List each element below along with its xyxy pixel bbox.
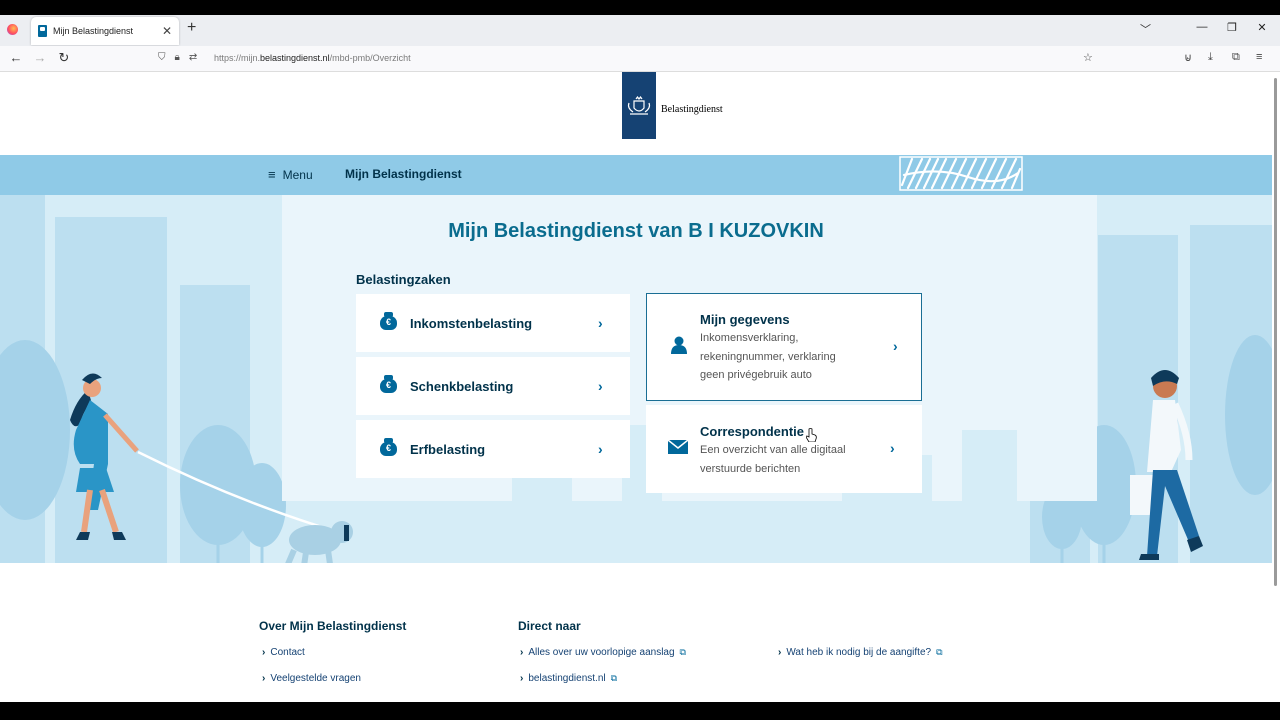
browser-tabstrip: Mijn Belastingdienst ✕ + ﹀ — ❐ ✕	[0, 15, 1280, 46]
chevron-right-icon: ›	[598, 378, 603, 394]
mijn-belastingdienst-link[interactable]: Mijn Belastingdienst	[345, 167, 462, 181]
app-menu-icon[interactable]: ≡	[1256, 51, 1262, 63]
chevron-right-icon: ›	[890, 440, 895, 456]
chevron-right-icon: ›	[893, 338, 898, 354]
minimize-icon[interactable]: —	[1192, 21, 1212, 33]
card-erfbelasting[interactable]: € Erfbelasting ›	[356, 420, 630, 478]
coat-of-arms-icon	[627, 95, 651, 115]
download-icon[interactable]: ⤓	[1208, 51, 1213, 64]
lock-icon[interactable]: 🔒︎	[175, 52, 180, 63]
desc-line: Een overzicht van alle digitaal	[700, 444, 846, 456]
desc-line: Inkomensverklaring,	[700, 332, 799, 344]
desc-line: geen privégebruik auto	[700, 369, 812, 381]
tab-favicon	[38, 25, 47, 37]
reload-icon[interactable]: ↻	[55, 51, 73, 65]
link-text: Veelgestelde vragen	[270, 673, 361, 684]
man-walking-illustration	[1130, 370, 1203, 560]
footer-heading-direct: Direct naar	[518, 619, 581, 633]
footer-link-voorlopige-aanslag[interactable]: › Alles over uw voorlopige aanslag ⧉	[520, 647, 686, 658]
page-scrollbar[interactable]	[1272, 72, 1280, 702]
chevron-right-icon: ›	[520, 647, 524, 658]
card-mijn-gegevens[interactable]: Mijn gegevens Inkomensverklaring, rekeni…	[646, 293, 922, 401]
money-bag-icon: €	[380, 438, 397, 456]
main-nav-bar: ≡ Menu Mijn Belastingdienst	[0, 155, 1272, 195]
url-domain: belastingdienst.nl	[260, 53, 330, 63]
woman-walking-dog-illustration	[70, 373, 353, 563]
footer-link-aangifte[interactable]: › Wat heb ik nodig bij de aangifte? ⧉	[778, 647, 943, 658]
external-link-icon: ⧉	[936, 647, 943, 657]
link-text: Contact	[270, 647, 305, 658]
rijksoverheid-logo[interactable]	[622, 72, 656, 139]
card-schenkbelasting[interactable]: € Schenkbelasting ›	[356, 357, 630, 415]
extensions-icon[interactable]: ⧉	[1232, 51, 1240, 64]
card-label: Erfbelasting	[410, 442, 486, 457]
restore-icon[interactable]: ❐	[1222, 21, 1242, 34]
shield-icon[interactable]: ⛉	[158, 52, 166, 63]
footer-link-contact[interactable]: › Contact	[262, 647, 305, 658]
browser-tab[interactable]: Mijn Belastingdienst ✕	[31, 17, 179, 45]
menu-button[interactable]: ≡ Menu	[268, 167, 313, 182]
card-title: Mijn gegevens	[700, 312, 790, 327]
link-text: Wat heb ik nodig bij de aangifte?	[786, 647, 932, 658]
firefox-icon	[7, 24, 18, 35]
external-link-icon: ⧉	[610, 673, 618, 683]
card-correspondentie[interactable]: Correspondentie Een overzicht van alle d…	[646, 405, 922, 493]
menu-label: Menu	[282, 167, 313, 182]
page-title: Mijn Belastingdienst van B I KUZOVKIN	[448, 220, 824, 242]
desc-line: rekeningnummer, verklaring	[700, 350, 836, 363]
url-security-icons: ⛉ 🔒︎ ⇄	[158, 52, 197, 63]
footer-link-faq[interactable]: › Veelgestelde vragen	[262, 673, 361, 684]
person-icon	[671, 336, 687, 354]
bookmark-star-icon[interactable]: ☆	[1083, 51, 1093, 64]
window-close-icon[interactable]: ✕	[1252, 21, 1272, 34]
money-bag-icon: €	[380, 312, 397, 330]
card-label: Schenkbelasting	[410, 379, 514, 394]
card-description: Inkomensverklaring, rekeningnummer, verk…	[700, 329, 836, 385]
tab-title: Mijn Belastingdienst	[53, 26, 134, 36]
url-path: /mbd-pmb/Overzicht	[329, 53, 411, 63]
chevron-right-icon: ›	[598, 315, 603, 331]
permissions-icon[interactable]: ⇄	[189, 52, 197, 63]
back-icon[interactable]: ←	[7, 51, 25, 65]
tab-list-chevron-icon[interactable]: ﹀	[1140, 21, 1151, 37]
hamburger-icon: ≡	[268, 167, 276, 182]
scrollbar-thumb[interactable]	[1274, 78, 1277, 586]
url-prefix: https://mijn.	[214, 53, 261, 63]
card-inkomstenbelasting[interactable]: € Inkomstenbelasting ›	[356, 294, 630, 352]
pocket-icon[interactable]: ⊌	[1184, 51, 1192, 64]
new-tab-button[interactable]: +	[187, 19, 196, 37]
hero-illustration-area	[0, 195, 1272, 563]
scribble-decoration	[899, 156, 1023, 191]
web-page: Belastingdienst ≡ Menu Mijn Belastingdie…	[0, 72, 1272, 702]
card-description: Een overzicht van alle digitaal verstuur…	[700, 441, 846, 478]
browser-navbar: ← → ↻ ⛉ 🔒︎ ⇄ https://mijn.belastingdiens…	[0, 46, 1280, 72]
card-title: Correspondentie	[700, 424, 805, 439]
chevron-right-icon: ›	[262, 673, 266, 684]
chevron-right-icon: ›	[778, 647, 782, 658]
footer-link-belastingdienst[interactable]: › belastingdienst.nl ⧉	[520, 673, 617, 684]
desc-line: verstuurde berichten	[700, 462, 801, 475]
chevron-right-icon: ›	[598, 441, 603, 457]
money-bag-icon: €	[380, 375, 397, 393]
address-bar[interactable]: https://mijn.belastingdienst.nl/mbd-pmb/…	[214, 53, 411, 63]
hand-cursor-icon	[806, 428, 817, 442]
chevron-right-icon: ›	[262, 647, 266, 658]
link-text: belastingdienst.nl	[528, 673, 606, 684]
envelope-icon	[668, 440, 688, 454]
logo-wordmark: Belastingdienst	[661, 104, 723, 115]
external-link-icon: ⧉	[679, 647, 686, 657]
card-label: Inkomstenbelasting	[410, 316, 533, 331]
footer-heading-over: Over Mijn Belastingdienst	[259, 619, 407, 633]
forward-icon[interactable]: →	[31, 51, 49, 65]
link-text: Alles over uw voorlopige aanslag	[528, 647, 675, 658]
tab-close-icon[interactable]: ✕	[160, 24, 174, 38]
section-label-belastingzaken: Belastingzaken	[356, 272, 451, 287]
chevron-right-icon: ›	[520, 673, 524, 684]
